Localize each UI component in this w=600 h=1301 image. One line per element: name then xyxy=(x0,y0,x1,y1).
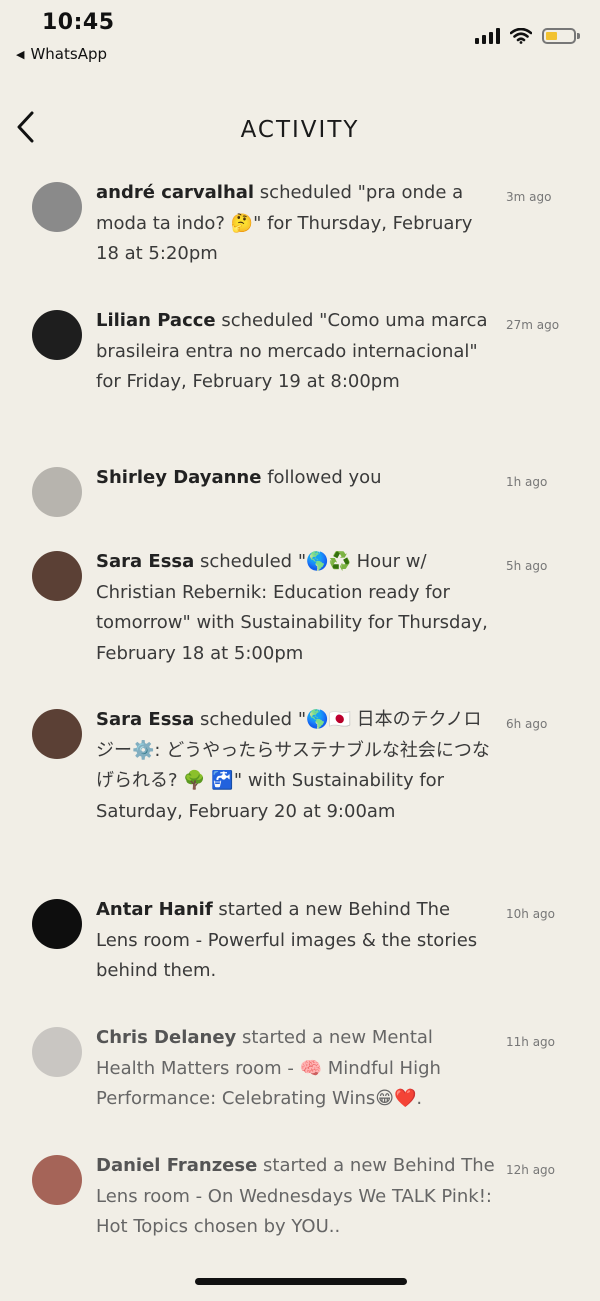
avatar[interactable] xyxy=(32,709,82,759)
user-name[interactable]: Sara Essa xyxy=(96,551,194,572)
back-app-label: WhatsApp xyxy=(30,45,107,63)
back-to-app-link[interactable]: ◀ WhatsApp xyxy=(16,45,107,63)
activity-item[interactable]: Antar Hanif started a new Behind The Len… xyxy=(0,895,600,1023)
avatar[interactable] xyxy=(32,899,82,949)
activity-text: andré carvalhal scheduled "pra onde a mo… xyxy=(96,182,473,264)
activity-text: Shirley Dayanne followed you xyxy=(96,467,382,488)
clock: 10:45 xyxy=(42,10,115,35)
timestamp: 10h ago xyxy=(506,907,556,921)
user-name[interactable]: Sara Essa xyxy=(96,709,194,730)
timestamp: 3m ago xyxy=(506,190,552,204)
user-name[interactable]: andré carvalhal xyxy=(96,182,254,203)
activity-item[interactable]: Sara Essa scheduled "🌎🇯🇵 日本のテクノロジー⚙️: どう… xyxy=(0,705,600,895)
activity-item[interactable]: Shirley Dayanne followed you 1h ago xyxy=(0,463,600,547)
timestamp: 27m ago xyxy=(506,318,560,332)
system-icons xyxy=(475,24,580,48)
avatar[interactable] xyxy=(32,182,82,232)
user-name[interactable]: Lilian Pacce xyxy=(96,310,216,331)
battery-icon xyxy=(542,28,580,44)
activity-item[interactable]: Chris Delaney started a new Mental Healt… xyxy=(0,1023,600,1151)
avatar[interactable] xyxy=(32,310,82,360)
user-name[interactable]: Chris Delaney xyxy=(96,1027,236,1048)
avatar[interactable] xyxy=(32,1155,82,1205)
wifi-icon xyxy=(510,28,532,44)
activity-text: Antar Hanif started a new Behind The Len… xyxy=(96,899,478,981)
activity-text: Sara Essa scheduled "🌎🇯🇵 日本のテクノロジー⚙️: どう… xyxy=(96,709,490,822)
activity-text: Lilian Pacce scheduled "Como uma marca b… xyxy=(96,310,488,392)
user-name[interactable]: Shirley Dayanne xyxy=(96,467,261,488)
activity-text: Sara Essa scheduled "🌎♻️ Hour w/ Christi… xyxy=(96,551,488,664)
user-name[interactable]: Antar Hanif xyxy=(96,899,213,920)
user-name[interactable]: Daniel Franzese xyxy=(96,1155,257,1176)
status-bar: 10:45 ◀ WhatsApp xyxy=(0,0,600,70)
activity-feed: andré carvalhal scheduled "pra onde a mo… xyxy=(0,178,600,1261)
signal-icon xyxy=(475,28,500,44)
avatar[interactable] xyxy=(32,1027,82,1077)
timestamp: 5h ago xyxy=(506,559,548,573)
activity-text: Daniel Franzese started a new Behind The… xyxy=(96,1155,495,1237)
timestamp: 11h ago xyxy=(506,1035,556,1049)
nav-bar: ACTIVITY xyxy=(0,95,600,165)
avatar[interactable] xyxy=(32,467,82,517)
activity-item[interactable]: andré carvalhal scheduled "pra onde a mo… xyxy=(0,178,600,306)
avatar[interactable] xyxy=(32,551,82,601)
activity-item[interactable]: Lilian Pacce scheduled "Como uma marca b… xyxy=(0,306,600,463)
activity-item[interactable]: Daniel Franzese started a new Behind The… xyxy=(0,1151,600,1261)
timestamp: 12h ago xyxy=(506,1163,556,1177)
back-triangle-icon: ◀ xyxy=(16,48,25,61)
home-indicator[interactable] xyxy=(195,1278,407,1285)
timestamp: 1h ago xyxy=(506,475,548,489)
activity-item[interactable]: Sara Essa scheduled "🌎♻️ Hour w/ Christi… xyxy=(0,547,600,705)
page-title: ACTIVITY xyxy=(240,117,360,143)
activity-text: Chris Delaney started a new Mental Healt… xyxy=(96,1027,441,1109)
timestamp: 6h ago xyxy=(506,717,548,731)
